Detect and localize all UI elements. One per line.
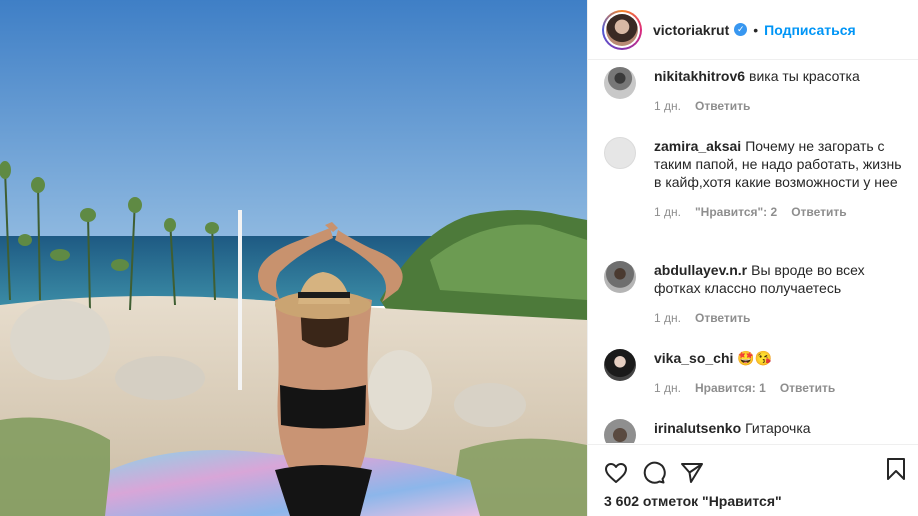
reply-button[interactable]: Ответить	[791, 203, 846, 221]
post-actions: 3 602 отметок "Нравится"	[588, 444, 918, 516]
comment-time[interactable]: 1 дн.	[654, 309, 681, 327]
verified-badge-icon: ✓	[734, 23, 748, 36]
comment-item: irinalutsenko Гитарочка	[604, 419, 904, 443]
commenter-avatar[interactable]	[604, 419, 636, 443]
heart-icon[interactable]	[604, 461, 628, 485]
comment-username[interactable]: zamira_aksai	[654, 138, 741, 154]
post-side-panel: victoriakrut ✓ • Подписаться nikitakhitr…	[587, 0, 918, 516]
comment-text: вика ты красотка	[749, 68, 860, 84]
commenter-avatar[interactable]	[604, 67, 636, 99]
reply-button[interactable]: Ответить	[780, 379, 835, 397]
comment-icon[interactable]	[642, 461, 666, 485]
author-username[interactable]: victoriakrut	[653, 22, 729, 38]
reply-button[interactable]: Ответить	[695, 97, 750, 115]
bookmark-icon[interactable]	[884, 457, 908, 484]
comment-item: abdullayev.n.r Вы вроде во всех фотках кл…	[604, 261, 904, 327]
beach-photo	[0, 0, 587, 516]
share-icon[interactable]	[680, 461, 704, 485]
comment-likes[interactable]: "Нравится": 2	[695, 203, 777, 221]
reply-button[interactable]: Ответить	[695, 309, 750, 327]
comment-item: zamira_aksai Почему не загорать с таким п…	[604, 137, 904, 221]
comment-likes[interactable]: Нравится: 1	[695, 379, 766, 397]
commenter-avatar[interactable]	[604, 349, 636, 381]
post-photo[interactable]	[0, 0, 587, 516]
comment-username[interactable]: abdullayev.n.r	[654, 262, 747, 278]
author-avatar[interactable]	[602, 9, 642, 50]
header-separator: •	[753, 21, 759, 38]
comment-username[interactable]: vika_so_chi	[654, 350, 733, 366]
comment-username[interactable]: irinalutsenko	[654, 420, 741, 436]
follow-button[interactable]: Подписаться	[764, 22, 856, 38]
comment-time[interactable]: 1 дн.	[654, 97, 681, 115]
comments-list[interactable]: nikitakhitrov6 вика ты красотка 1 дн. Отв…	[588, 61, 918, 443]
comment-text: 🤩😘	[737, 350, 773, 366]
comment-item: nikitakhitrov6 вика ты красотка 1 дн. Отв…	[604, 67, 904, 115]
commenter-avatar[interactable]	[604, 137, 636, 169]
comment-time[interactable]: 1 дн.	[654, 379, 681, 397]
comment-time[interactable]: 1 дн.	[654, 203, 681, 221]
comment-item: vika_so_chi 🤩😘 1 дн. Нравится: 1 Ответить	[604, 349, 904, 397]
commenter-avatar[interactable]	[604, 261, 636, 293]
likes-count[interactable]: 3 602 отметок "Нравится"	[588, 493, 918, 509]
post-header: victoriakrut ✓ • Подписаться	[588, 0, 918, 60]
comment-text: Гитарочка	[745, 420, 811, 436]
comment-username[interactable]: nikitakhitrov6	[654, 68, 745, 84]
